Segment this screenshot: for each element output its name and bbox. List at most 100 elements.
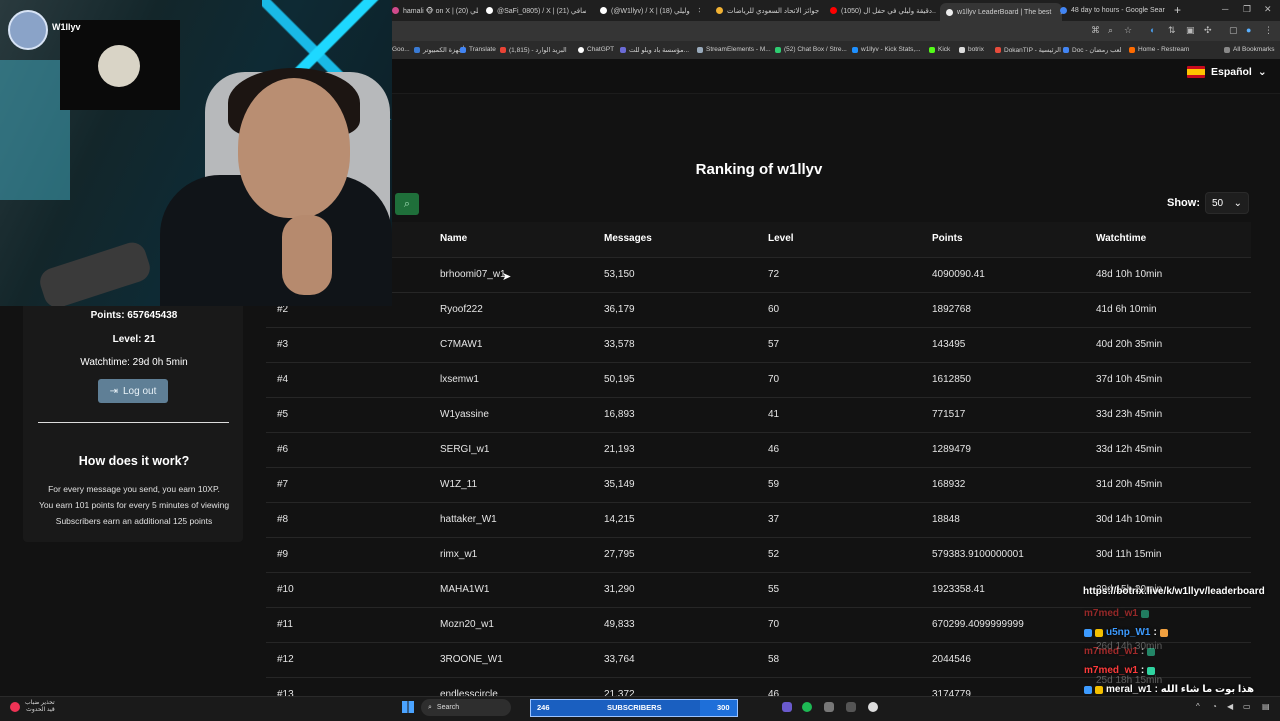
extension-icon[interactable]: ◐ (1150, 25, 1155, 35)
bookmark-item[interactable]: Translate (460, 46, 496, 53)
chat-username: u5np_W1 (1106, 627, 1151, 638)
cell-name[interactable]: lxsemw1 (440, 363, 479, 397)
extension-icon[interactable]: ▣ (1186, 25, 1195, 36)
cell-watchtime: 33d 23h 45min (1096, 409, 1163, 420)
bookmark-item[interactable]: Doc - لعب رمضان (1063, 46, 1122, 54)
browser-tab[interactable]: 48 day to hours - Google Sear✕ (1060, 3, 1166, 18)
docs-icon (1063, 47, 1069, 53)
cell-name[interactable]: W1Z_11 (440, 468, 477, 502)
bookmark-item[interactable]: w1llyv - Kick Stats,... (852, 46, 921, 53)
wifi-icon[interactable]: ◔ (1212, 702, 1217, 711)
cell-watchtime: 37d 10h 45min (1096, 374, 1163, 385)
bookmark-item[interactable]: botrix (959, 46, 984, 53)
cell-rank: #12 (277, 654, 294, 665)
extension-icon[interactable]: ⇅ (1168, 25, 1176, 36)
cell-name[interactable]: C7MAW1 (440, 328, 482, 362)
bookmark-item[interactable]: Home - Restream (1129, 46, 1189, 53)
weather-widget[interactable]: تحذير ضباب قيد الحدوث (10, 700, 55, 714)
browser-tab[interactable]: hamali 🐵 on X | وليلي (20)✕ (392, 3, 478, 18)
browser-tab[interactable]: (1050) دقيقة وليلي في حفل ال...✕ (830, 3, 936, 18)
logout-button[interactable]: ⇥ Log out (98, 379, 168, 403)
youtube-icon (830, 7, 837, 14)
tab-favicon-icon (716, 7, 723, 14)
column-header-level[interactable]: Level (768, 222, 794, 256)
chat-username: m7med_w1 (1084, 608, 1138, 619)
cell-rank: #11 (277, 619, 293, 630)
bookmark-item[interactable]: البريد الوارد - (1,815) (500, 46, 567, 54)
logout-icon: ⇥ (109, 385, 118, 397)
bookmark-item[interactable]: DokanTIP - الرئيسية (995, 46, 1061, 54)
cell-rank: #10 (277, 584, 294, 595)
bookmark-item[interactable]: مؤسسة باد ويلو للت... (620, 46, 689, 54)
bookmark-item[interactable]: أجهزة الكمبيوتر (414, 46, 464, 54)
cell-name[interactable]: brhoomi07_w1 (440, 258, 506, 292)
new-tab-button[interactable]: + (1174, 3, 1181, 17)
taskbar-app-icon[interactable] (782, 702, 792, 712)
browser-tab-active[interactable]: w1llyv LeaderBoard | The best✕ (940, 3, 1062, 21)
search-button[interactable]: ⌕ (395, 193, 419, 215)
cell-name[interactable]: MAHA1W1 (440, 573, 489, 607)
microphone (36, 238, 154, 306)
taskbar-search[interactable]: ⌕ Search (421, 699, 511, 716)
cell-level: 37 (768, 514, 780, 525)
cell-points: 771517 (932, 409, 966, 420)
bookmark-item[interactable]: Kick (929, 46, 950, 53)
bookmark-item[interactable]: StreamElements - M... (697, 46, 771, 53)
browser-tab[interactable]: @SaFi_0805) / X | صافي (21)✕ (486, 3, 586, 18)
translate-icon[interactable]: ⌘ (1091, 25, 1100, 36)
all-bookmarks[interactable]: All Bookmarks (1224, 46, 1275, 53)
maximize-icon[interactable]: ❐ (1243, 4, 1251, 15)
taskbar-app-icon[interactable] (868, 702, 878, 712)
browser-menu-icon[interactable]: ⋮ (1264, 25, 1273, 36)
cell-messages: 49,833 (604, 619, 635, 630)
column-header-name[interactable]: Name (440, 222, 467, 256)
user-level: Level: 21 (112, 334, 156, 345)
cell-name[interactable]: rimx_w1 (440, 538, 477, 572)
zoom-icon[interactable]: ⌕ (1108, 25, 1113, 36)
extensions-puzzle-icon[interactable]: ✣ (1204, 25, 1212, 36)
cell-name[interactable]: 3ROONE_W1 (440, 643, 503, 677)
profile-avatar-icon[interactable]: ● (1246, 25, 1251, 35)
column-header-messages[interactable]: Messages (604, 222, 652, 256)
bookmark-item[interactable]: (52) Chat Box / Stre... (775, 46, 847, 53)
browser-tab[interactable]: (@W1llyv) / X | وليلي (18)✕ (600, 3, 700, 18)
language-selector[interactable]: Español ⌄ (1187, 66, 1267, 78)
column-header-watchtime[interactable]: Watchtime (1096, 222, 1146, 256)
taskbar-app-icon[interactable] (824, 702, 834, 712)
cell-watchtime: 30d 14h 10min (1096, 514, 1163, 525)
tray-chevron-icon[interactable]: ^ (1196, 702, 1200, 711)
spain-flag-icon (1187, 66, 1205, 78)
table-row: #8 hattaker_W1 14,215 37 18848 30d 14h 10min (266, 503, 1251, 538)
bookmark-item[interactable]: ChatGPT (578, 46, 614, 53)
close-tab-icon[interactable]: ✕ (694, 6, 700, 15)
volume-icon[interactable]: ◀ (1227, 702, 1233, 711)
cell-name[interactable]: W1yassine (440, 398, 489, 432)
windows-start-icon[interactable] (402, 701, 414, 713)
battery-icon[interactable]: ▭ (1243, 702, 1251, 711)
chevron-down-icon: ⌄ (1233, 197, 1242, 209)
dokantip-icon (995, 47, 1001, 53)
subscriber-label: SUBSCRIBERS (607, 703, 662, 712)
cell-name[interactable]: SERGI_w1 (440, 433, 489, 467)
show-count-select[interactable]: 50 ⌄ (1205, 192, 1249, 214)
logout-label: Log out (123, 385, 157, 397)
taskbar-app-icon[interactable] (846, 702, 856, 712)
notification-icon[interactable]: ▤ (1262, 702, 1270, 711)
mouse-cursor-icon: ➤ (502, 271, 512, 283)
column-header-points[interactable]: Points (932, 222, 963, 256)
close-window-icon[interactable]: ✕ (1264, 4, 1272, 15)
cell-name[interactable]: Ryoof222 (440, 293, 483, 327)
minimize-icon[interactable]: ─ (1222, 4, 1228, 14)
cell-name[interactable]: hattaker_W1 (440, 503, 497, 537)
spotify-icon[interactable] (802, 702, 812, 712)
cell-points: 1612850 (932, 374, 971, 385)
chat-overlay-url: https://botrix.live/k/w1llyv/leaderboard (1083, 586, 1265, 597)
x-logo-icon (486, 7, 493, 14)
bookmark-star-icon[interactable]: ☆ (1124, 25, 1132, 36)
emote-icon (1147, 666, 1156, 675)
sidebar-icon[interactable]: ▢ (1229, 25, 1238, 36)
bookmark-item[interactable]: Goo... (392, 46, 410, 53)
sub-badge-icon (1095, 628, 1103, 637)
cell-name[interactable]: Mozn20_w1 (440, 608, 494, 642)
browser-tab[interactable]: جوائز الاتحاد السعودي للرياضات✕ (716, 3, 820, 18)
